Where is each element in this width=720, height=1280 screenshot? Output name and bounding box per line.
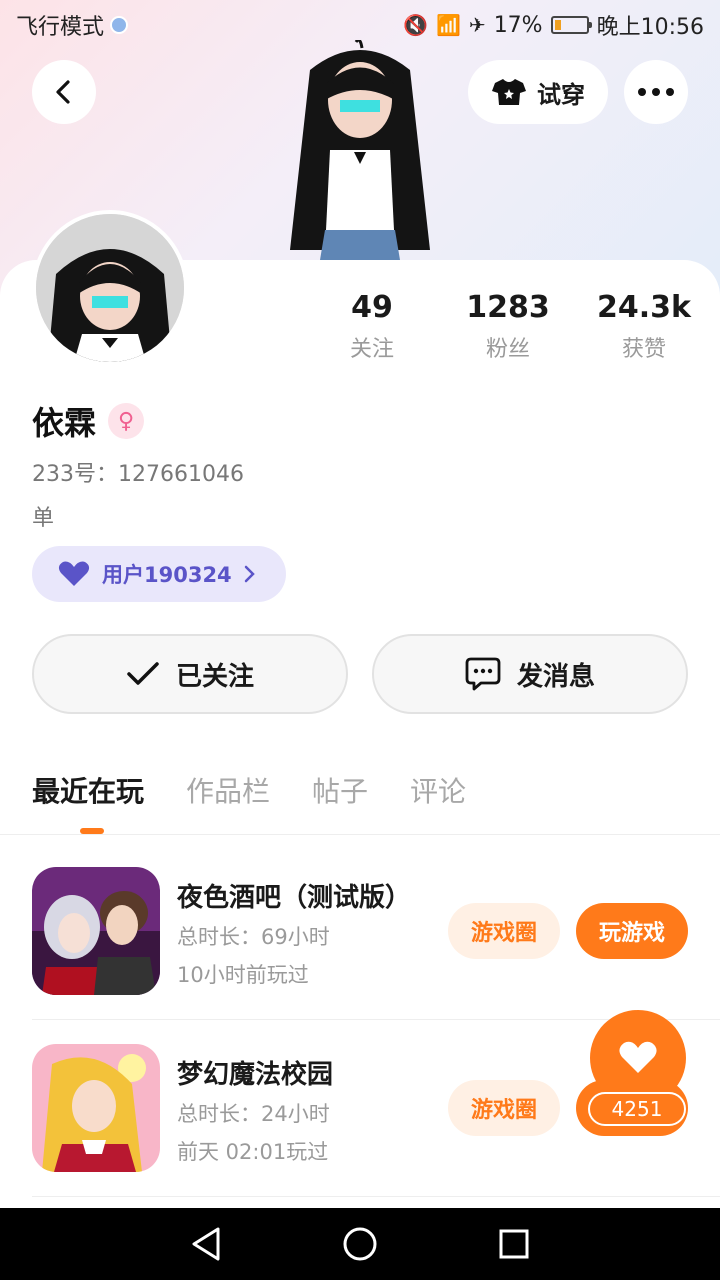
tab-works[interactable]: 作品栏 xyxy=(186,770,270,810)
user-id: 233号：127661046 xyxy=(32,462,244,487)
back-triangle-icon[interactable] xyxy=(190,1226,222,1262)
game-title: 夜色酒吧（测试版） xyxy=(177,883,412,913)
avatar-3d-figure xyxy=(290,40,430,260)
fan-badge-label: 用户190324 xyxy=(102,563,232,587)
stat-following[interactable]: 49 关注 xyxy=(312,290,432,363)
game-icon-night-bar xyxy=(32,867,160,995)
stat-value: 1283 xyxy=(466,290,550,325)
game-total-time: 总时长：69小时 xyxy=(177,925,330,949)
list-item[interactable]: 夜色酒吧（测试版） 总时长：69小时 10小时前玩过 游戏圈 玩游戏 xyxy=(32,867,720,1007)
wifi-icon: 📶 xyxy=(436,13,461,37)
name-row: 依霖 ♀ xyxy=(32,398,145,444)
mute-icon: 🔇 xyxy=(403,13,429,37)
tshirt-icon xyxy=(492,79,526,105)
user-name: 依霖 xyxy=(32,404,97,442)
home-circle-icon[interactable] xyxy=(342,1226,378,1262)
status-bar: 飞行模式 🔇 📶 ✈ 17% 晚上10:56 xyxy=(0,0,720,50)
try-on-button[interactable]: 试穿 xyxy=(468,60,608,124)
tab-posts[interactable]: 帖子 xyxy=(312,770,368,810)
stat-value: 49 xyxy=(351,290,393,325)
tabs-divider xyxy=(0,834,720,835)
tab-comments[interactable]: 评论 xyxy=(410,770,466,810)
chat-bubble-icon xyxy=(465,657,501,691)
list-divider xyxy=(32,1196,720,1197)
heart-icon xyxy=(619,1041,657,1073)
avatar-image xyxy=(36,214,184,362)
game-circle-button[interactable]: 游戏圈 xyxy=(448,903,560,959)
game-total-time: 总时长：24小时 xyxy=(177,1102,330,1126)
send-message-label: 发消息 xyxy=(516,661,595,692)
stat-label: 关注 xyxy=(349,337,394,362)
stat-value: 24.3k xyxy=(597,290,691,325)
more-dots-icon xyxy=(638,88,674,96)
clock: 晚上10:56 xyxy=(596,15,704,40)
fan-badge-button[interactable]: 用户190324 xyxy=(32,546,286,602)
play-game-button[interactable]: 玩游戏 xyxy=(576,903,688,959)
battery-percent: 17% xyxy=(493,12,543,38)
game-title: 梦幻魔法校园 xyxy=(177,1060,334,1090)
heart-icon xyxy=(58,561,90,586)
chevron-left-icon xyxy=(56,80,70,104)
system-nav-bar xyxy=(0,1208,720,1280)
female-gender-icon: ♀ xyxy=(108,403,145,439)
like-count: 4251 xyxy=(588,1092,686,1126)
game-last-played: 10小时前玩过 xyxy=(177,963,309,987)
stat-fans[interactable]: 1283 粉丝 xyxy=(448,290,568,363)
recents-square-icon[interactable] xyxy=(498,1228,530,1260)
more-button[interactable] xyxy=(624,60,688,124)
stat-label: 粉丝 xyxy=(485,337,530,362)
game-icon-magic-campus xyxy=(32,1044,160,1172)
game-circle-button[interactable]: 游戏圈 xyxy=(448,1080,560,1136)
try-on-label: 试穿 xyxy=(537,80,585,109)
airplane-icon: ✈ xyxy=(468,13,486,37)
user-bio: 单 xyxy=(32,506,55,531)
tab-recently-played[interactable]: 最近在玩 xyxy=(32,770,144,810)
game-last-played: 前天 02:01玩过 xyxy=(177,1140,329,1164)
check-icon xyxy=(127,662,159,685)
chevron-right-icon xyxy=(244,565,255,583)
airplane-mode-label: 飞行模式 xyxy=(16,15,105,40)
location-dot-icon xyxy=(110,16,129,34)
stat-label: 获赞 xyxy=(621,337,666,362)
send-message-button[interactable]: 发消息 xyxy=(372,634,688,714)
profile-tabs: 最近在玩 作品栏 帖子 评论 xyxy=(32,770,466,810)
avatar[interactable] xyxy=(32,210,188,366)
back-button[interactable] xyxy=(32,60,96,124)
followed-label: 已关注 xyxy=(175,661,254,692)
followed-button[interactable]: 已关注 xyxy=(32,634,348,714)
stat-likes[interactable]: 24.3k 获赞 xyxy=(584,290,704,363)
battery-icon xyxy=(550,16,592,34)
